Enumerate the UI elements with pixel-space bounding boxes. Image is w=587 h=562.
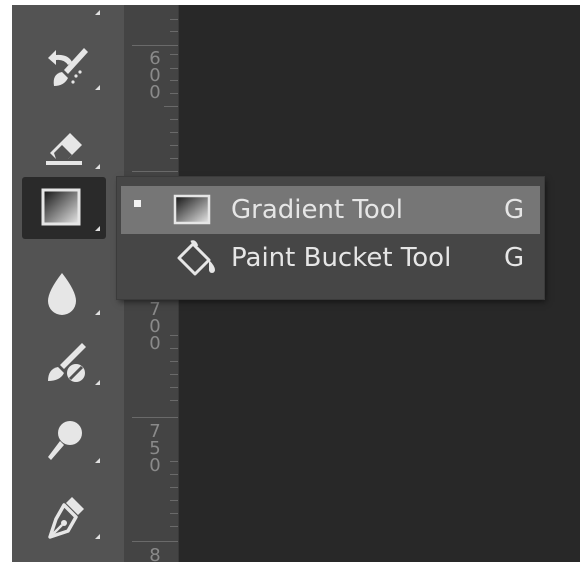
tool-group-indicator [95,85,100,90]
gradient-tool[interactable] [22,177,106,239]
paint-bucket-icon [177,240,215,276]
tools-panel [12,5,124,562]
blur-tool[interactable] [22,261,106,323]
tool-group-indicator [95,226,100,231]
pen-tool[interactable] [22,485,106,547]
history-brush-tool[interactable] [22,36,106,98]
ruler-label: 7 0 0 [149,299,161,354]
ruler-label: 7 5 0 [149,421,161,476]
tool-group-indicator [95,164,100,169]
toolbar-tool-top[interactable] [22,5,106,23]
selected-indicator [134,200,141,207]
menu-item-shortcut: G [504,195,525,225]
brush-dodge-icon [48,343,86,382]
gradient-icon [173,194,211,225]
marquee-icon [42,5,86,13]
dodge-tool[interactable] [22,331,106,393]
eraser-icon [46,133,82,165]
eraser-tool[interactable] [22,115,106,177]
tool-group-indicator [95,310,100,315]
history-brush-icon [48,48,88,86]
tool-group-indicator [95,10,100,15]
workspace: 6 0 0 7 0 0 7 5 0 8 Gradient Tool G Pain… [12,5,580,562]
menu-item-label: Gradient Tool [231,195,403,225]
drop-icon [48,273,76,315]
ruler-label: 6 0 0 [149,48,161,103]
tool-group-indicator [95,534,100,539]
menu-item-label: Paint Bucket Tool [231,243,452,273]
menu-item-shortcut: G [504,243,525,273]
smudge-tool[interactable] [22,409,106,471]
magnifier-icon [48,421,82,460]
menu-item-paint-bucket-tool[interactable]: Paint Bucket Tool G [121,234,540,282]
menu-item-gradient-tool[interactable]: Gradient Tool G [121,186,540,234]
ruler-label: 8 [149,545,161,562]
pen-nib-icon [48,497,84,539]
gradient-icon [41,188,81,226]
tool-group-indicator [95,380,100,385]
tool-flyout-menu: Gradient Tool G Paint Bucket Tool G [117,177,544,299]
tool-group-indicator [95,458,100,463]
